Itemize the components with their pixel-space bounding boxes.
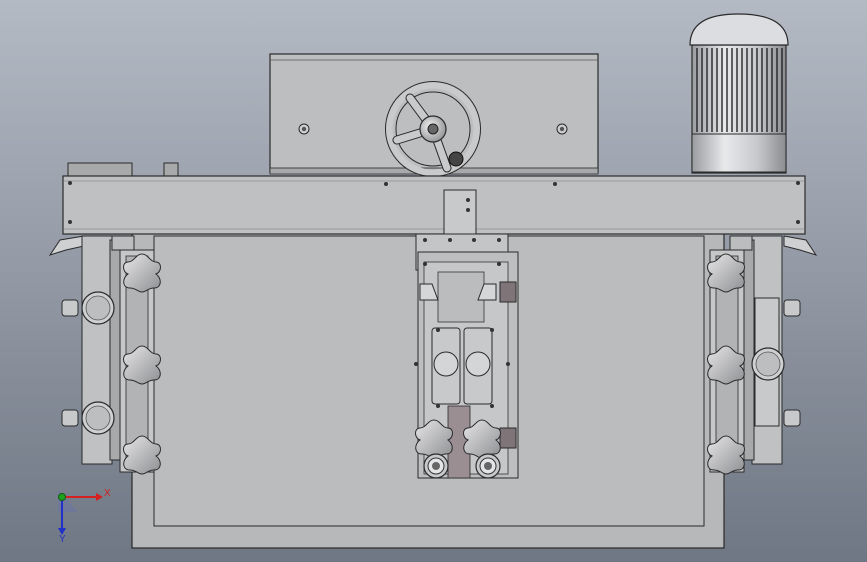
- machine-assembly-view[interactable]: X Y: [0, 0, 867, 562]
- x-axis-label: X: [104, 488, 111, 499]
- motor: [689, 13, 789, 174]
- origin-marker: [58, 493, 66, 501]
- y-axis-label: Y: [59, 534, 66, 545]
- top-gearbox: [269, 53, 599, 175]
- cad-viewport[interactable]: X Y: [0, 0, 867, 562]
